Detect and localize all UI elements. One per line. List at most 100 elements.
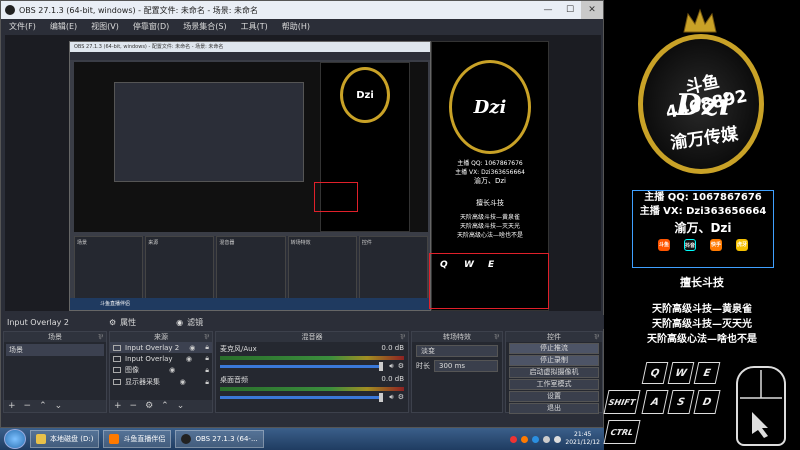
lock-icon[interactable]: 🔒︎ xyxy=(205,366,209,375)
title-bar: OBS 27.1.3 (64-bit, windows) - 配置文件: 未命名… xyxy=(1,1,603,19)
nested-taskbar: 斗鱼直播伴侣 xyxy=(70,298,430,310)
minimize-button[interactable]: — xyxy=(537,1,559,19)
channel-name: 麦克风/Aux xyxy=(220,345,257,353)
clock-date: 2021/12/12 xyxy=(565,439,600,446)
nested-scenes: 场景 xyxy=(74,236,144,300)
key-e: E xyxy=(693,362,721,384)
menu-scene-collection[interactable]: 场景集合(S) xyxy=(183,21,226,32)
up-icon[interactable]: ⌃ xyxy=(161,401,169,411)
tray-app-icon[interactable] xyxy=(521,435,529,443)
stop-streaming-button[interactable]: 停止推流 xyxy=(509,343,599,354)
source-item[interactable]: 图像 ◉ 🔒︎ xyxy=(110,364,212,376)
start-button[interactable] xyxy=(4,429,26,449)
huya-icon: 虎牙 xyxy=(736,239,748,251)
speaker-icon[interactable]: 🔊︎ xyxy=(389,362,393,371)
close-button[interactable]: ✕ xyxy=(581,1,603,19)
add-icon[interactable]: + xyxy=(8,401,16,411)
properties-label: 属性 xyxy=(120,317,137,327)
source-type-icon xyxy=(113,367,121,373)
source-item[interactable]: Input Overlay 2 ◉ 🔒︎ xyxy=(110,342,212,353)
stop-recording-button[interactable]: 停止录制 xyxy=(509,355,599,366)
gear-icon[interactable]: ⚙ xyxy=(145,401,153,411)
menu-help[interactable]: 帮助(H) xyxy=(282,21,310,32)
dock-menu-icon[interactable]: ⅌ xyxy=(98,332,103,342)
medal-brand: Dzi xyxy=(675,88,731,123)
dock-menu-icon[interactable]: ⅌ xyxy=(204,332,209,342)
nested-sources: 来源 xyxy=(145,236,215,300)
eye-icon[interactable]: ◉ xyxy=(169,366,175,374)
taskbar: 本地磁盘 (D:) 斗鱼直播伴侣 OBS 27.1.3 (64-... 21:4… xyxy=(0,428,604,450)
preview-key-q: Q xyxy=(440,260,448,270)
cursor-arrow-icon xyxy=(740,370,782,438)
down-icon[interactable]: ⌄ xyxy=(55,401,63,411)
menu-bar: 文件(F) 编辑(E) 视图(V) 停靠窗(D) 场景集合(S) 工具(T) 帮… xyxy=(1,19,603,33)
down-icon[interactable]: ⌄ xyxy=(177,401,185,411)
skill-line-1: 天阶高级斗技—黄泉雀 xyxy=(652,304,752,315)
eye-icon[interactable]: ◉ xyxy=(186,355,192,363)
selected-source-box[interactable]: Q W E xyxy=(429,253,549,309)
obs-icon xyxy=(181,434,192,444)
add-icon[interactable]: + xyxy=(114,401,122,411)
lock-icon[interactable]: 🔒︎ xyxy=(205,378,209,387)
preview-skill-2: 天阶高级斗技—灭天光 xyxy=(459,223,520,230)
scene-item[interactable]: 场景 xyxy=(6,344,104,356)
dock-menu-icon[interactable]: ⅌ xyxy=(494,332,499,342)
menu-edit[interactable]: 编辑(E) xyxy=(50,21,77,32)
tray-app-icon[interactable] xyxy=(510,435,518,443)
nested-transitions: 转场特效 xyxy=(287,236,357,300)
volume-icon[interactable] xyxy=(554,435,562,443)
taskbar-explorer[interactable]: 本地磁盘 (D:) xyxy=(30,430,100,448)
remove-icon[interactable]: − xyxy=(24,401,32,411)
dock-menu-icon[interactable]: ⅌ xyxy=(594,332,599,342)
audio-meter xyxy=(220,356,404,360)
preview-canvas[interactable]: OBS 27.1.3 (64-bit, windows) - 配置文件: 未命名… xyxy=(5,35,601,311)
up-icon[interactable]: ⌃ xyxy=(39,401,47,411)
volume-slider[interactable] xyxy=(220,393,384,402)
menu-tools[interactable]: 工具(T) xyxy=(241,21,268,32)
source-item[interactable]: Input Overlay ◉ 🔒︎ xyxy=(110,353,212,364)
remove-icon[interactable]: − xyxy=(130,401,138,411)
nested-preview: Dzi xyxy=(74,62,428,232)
eye-icon[interactable]: ◉ xyxy=(180,378,186,386)
taskbar-obs[interactable]: OBS 27.1.3 (64-... xyxy=(175,430,264,448)
network-icon[interactable] xyxy=(543,435,551,443)
settings-button[interactable]: 设置 xyxy=(509,391,599,402)
nested-menu xyxy=(70,52,430,60)
skill-title: 擅长斗技 xyxy=(680,276,724,289)
lock-icon[interactable]: 🔒︎ xyxy=(205,343,209,352)
sources-header: 来源 ⅌ xyxy=(110,332,212,342)
menu-view[interactable]: 视图(V) xyxy=(91,21,119,32)
studio-mode-button[interactable]: 工作室模式 xyxy=(509,379,599,390)
clock[interactable]: 21:45 2021/12/12 xyxy=(565,431,600,447)
preview-skill-1: 天阶高级斗技—黄泉雀 xyxy=(459,214,520,221)
maximize-button[interactable]: ☐ xyxy=(559,1,581,19)
mixer-channel: 桌面音频 0.0 dB 🔊︎ ⚙ xyxy=(216,373,408,404)
volume-slider[interactable] xyxy=(220,362,384,371)
key-w: W xyxy=(667,362,695,384)
properties-button[interactable]: ⚙ 属性 xyxy=(109,317,136,328)
tray-app-icon[interactable] xyxy=(532,435,540,443)
eye-icon[interactable]: ◉ xyxy=(189,344,195,352)
mixer-channel: 麦克风/Aux 0.0 dB 🔊︎ ⚙ xyxy=(216,342,408,373)
taskbar-douyu[interactable]: 斗鱼直播伴侣 xyxy=(103,430,172,448)
gear-icon[interactable]: ⚙ xyxy=(398,362,404,371)
transition-select[interactable]: 淡变 xyxy=(416,345,498,357)
source-item[interactable]: 显示器采集 ◉ 🔒︎ xyxy=(110,376,212,388)
controls-title: 控件 xyxy=(547,333,561,341)
source-type-icon xyxy=(113,355,121,362)
duration-input[interactable]: 300 ms xyxy=(434,360,498,372)
scenes-dock: 场景 ⅌ 场景 + − ⌃ ⌄ xyxy=(3,331,107,413)
source-label: 图像 xyxy=(125,366,139,374)
menu-file[interactable]: 文件(F) xyxy=(9,21,36,32)
filter-icon: ◉ xyxy=(176,317,184,327)
key-shift: SHIFT xyxy=(603,390,641,414)
preview-key-e: E xyxy=(488,260,495,270)
menu-docks[interactable]: 停靠窗(D) xyxy=(133,21,169,32)
dock-menu-icon[interactable]: ⅌ xyxy=(400,332,405,342)
lock-icon[interactable]: 🔒︎ xyxy=(205,354,209,363)
speaker-icon[interactable]: 🔊︎ xyxy=(389,393,393,402)
gear-icon[interactable]: ⚙ xyxy=(398,393,404,402)
exit-button[interactable]: 退出 xyxy=(509,403,599,414)
virtual-camera-button[interactable]: 启动虚拟摄像机 xyxy=(509,367,599,378)
filters-button[interactable]: ◉ 滤镜 xyxy=(176,317,203,328)
